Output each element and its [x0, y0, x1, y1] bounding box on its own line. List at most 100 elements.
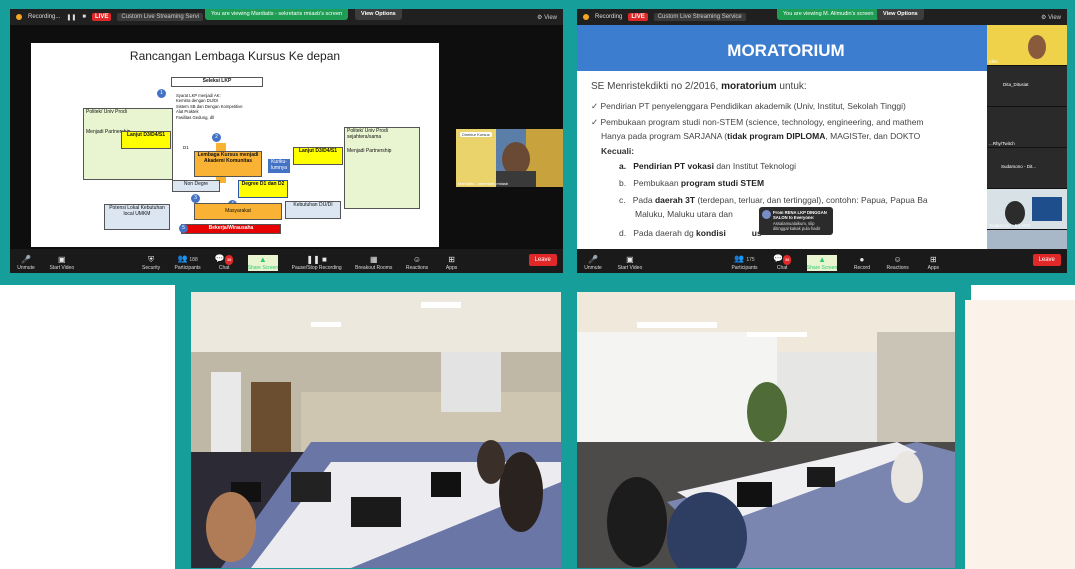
participants-button[interactable]: 👥 175 Participants	[731, 254, 757, 271]
participant-gallery: Idris Dita_Ditusiat ...Rhy/Twitch Sudars…	[987, 25, 1067, 265]
chat-icon: 💬 38	[214, 254, 234, 265]
participants-icon: 👥 175	[734, 254, 755, 263]
live-badge[interactable]: LIVE	[628, 13, 648, 21]
speaker-video[interactable]: Direktur Kursus Mardiatis - sekretaris r…	[456, 129, 563, 187]
participants-icon: 👥 188	[177, 254, 198, 263]
participants-label: Participants	[174, 265, 201, 271]
workshop-photo-right-image	[577, 292, 955, 568]
apps-label: Apps	[927, 265, 940, 271]
apps-button[interactable]: ⊞ Apps	[923, 255, 943, 271]
participant-tile[interactable]: Sudarsono - Dit...	[987, 148, 1067, 188]
meeting-toolbar: 🎤 Unmute ▣ Start Video ⛨ Security 👥 188 Parti…	[10, 249, 563, 273]
apps-label: Apps	[445, 265, 458, 271]
apps-button[interactable]: ⊞ Apps	[442, 255, 462, 271]
background-decoration	[965, 300, 1075, 569]
slide-item-a: a. Pendirian PT vokasi dan Institut Tekn…	[619, 161, 796, 171]
politek-right-label: Politek/ Univ Prodi sejahtera/sama	[347, 128, 388, 140]
view-button[interactable]: ⚙ View	[537, 14, 557, 21]
workshop-photo-left-image	[191, 292, 561, 568]
participant-tile[interactable]: Sudarsono - Dit AKD	[987, 189, 1067, 229]
leave-button[interactable]: Leave	[1032, 254, 1061, 266]
participants-button[interactable]: 👥 188 Participants	[175, 254, 201, 271]
kurikulum-box: Kuriku- lumnya	[268, 159, 290, 173]
stop-icon[interactable]: ■	[82, 14, 86, 20]
item-b-label: b.	[619, 178, 627, 188]
participants-label: Participants	[731, 265, 758, 271]
pause-recording-button[interactable]: ❚❚ ■ Pause/Stop Recording	[292, 255, 342, 271]
participant-tile[interactable]: Dita_Ditusiat	[987, 66, 1067, 106]
participant-name: ...Rhy/Twitch	[989, 141, 1015, 146]
intro-post: untuk:	[776, 81, 807, 92]
stream-destination[interactable]: Custom Live Streaming Service	[653, 13, 746, 21]
lembaga-box: Lembaga Kursus menjadi Akademi Komunitas	[194, 151, 262, 177]
participant-tile[interactable]: ...Rhy/Twitch	[987, 107, 1067, 147]
video-camera-icon: ▣	[626, 255, 634, 264]
unmute-label: Unmute	[584, 265, 602, 271]
recording-label[interactable]: Recording	[595, 14, 622, 20]
slide-line-intro: SE Menristekdikti no 2/2016, moratorium …	[591, 81, 807, 92]
item-a-post: dan Institut Teknologi	[713, 161, 797, 171]
view-options-button[interactable]: View Options	[355, 9, 402, 20]
syarat-item: Fasilitas Gedung, dll	[176, 114, 214, 120]
recording-dot-icon	[583, 14, 589, 20]
kebutuhan-box: Kebutuhan DU/DI	[285, 201, 341, 219]
share-screen-label: Share Screen	[247, 265, 279, 271]
slide-item-c-line2: Maluku, Maluku utara dan	[635, 209, 733, 219]
step-circle-3: 3	[191, 194, 200, 203]
start-video-label: Start Video	[49, 265, 75, 271]
share-screen-button[interactable]: ▲ Share Screen	[247, 255, 279, 271]
view-button[interactable]: ⚙ View	[1041, 14, 1061, 21]
gear-icon: ⚙	[1041, 14, 1047, 21]
degree-box: Degree D1 dan D2	[238, 180, 288, 198]
apps-icon: ⊞	[929, 255, 937, 264]
chat-notification[interactable]: From RENA LKP DINGGAN SALON to Everyone:…	[759, 207, 833, 235]
chat-badge: 38	[224, 255, 234, 265]
kecuali-heading: Kecuali:	[601, 146, 635, 156]
view-label: View	[1048, 14, 1061, 21]
view-label: View	[544, 14, 557, 21]
item-c-post: (terdepan, terluar, dan tertinggal), con…	[695, 195, 928, 205]
chat-button[interactable]: 💬 38 Chat	[214, 254, 234, 271]
leave-button[interactable]: Leave	[528, 254, 557, 266]
intro-bold: moratorium	[721, 81, 777, 92]
start-video-button[interactable]: ▣ Start Video	[618, 255, 643, 271]
security-button[interactable]: ⛨ Security	[141, 255, 161, 271]
lanjut-left-box: Lanjut D3/D4/S1	[121, 131, 171, 149]
start-video-button[interactable]: ▣ Start Video	[49, 255, 74, 271]
start-video-label: Start Video	[617, 265, 643, 271]
unmute-button[interactable]: 🎤 Unmute	[16, 255, 36, 271]
workshop-photo-right	[577, 292, 955, 568]
participant-name: Sudarsono - Dit AKD	[989, 223, 1031, 228]
item-d-pre: Pada daerah dg	[633, 228, 697, 238]
unmute-button[interactable]: 🎤 Unmute	[583, 255, 603, 271]
live-badge[interactable]: LIVE	[92, 13, 112, 21]
participant-video	[987, 25, 1067, 65]
politek-right-box: Politek/ Univ Prodi sejahtera/sama Menja…	[344, 127, 420, 209]
pause-recording-label: Pause/Stop Recording	[291, 265, 342, 271]
viewing-banner: You are viewing Mardiatis - sekretaris r…	[205, 9, 349, 20]
breakout-rooms-button[interactable]: ▦ Breakout Rooms	[355, 255, 392, 271]
chat-label: Chat	[218, 265, 230, 271]
share-screen-icon: ▲	[258, 255, 267, 264]
pause-icon[interactable]: ❚❚	[66, 14, 76, 21]
bullet-2-text: Pembukaan program studi non-STEM (scienc…	[600, 117, 924, 127]
unmute-label: Unmute	[17, 265, 35, 271]
share-screen-button[interactable]: ▲ Share Screen	[806, 255, 838, 271]
participant-tile[interactable]: Idris	[987, 25, 1067, 65]
chat-message: Assalamualaikum, slip ditinggal kakak pu…	[773, 220, 821, 232]
security-label: Security	[142, 265, 161, 271]
item-c-bold: daerah 3T	[654, 195, 696, 205]
recording-label[interactable]: Recording...	[28, 14, 60, 20]
reactions-icon: ☺	[893, 255, 902, 264]
reactions-button[interactable]: ☺ Reactions	[406, 255, 428, 271]
record-button[interactable]: ● Record	[852, 255, 872, 271]
bullet-2b-bold: tidak program DIPLOMA	[727, 131, 826, 141]
seleksi-box: Seleksi LKP	[171, 77, 263, 87]
chat-button[interactable]: 💬 38 Chat	[772, 254, 792, 271]
zoom-window-left: Recording... ❚❚ ■ LIVE Custom Live Strea…	[10, 9, 563, 273]
view-options-button[interactable]: View Options	[877, 9, 924, 20]
share-screen-icon: ▲	[818, 255, 826, 264]
reactions-button[interactable]: ☺ Reactions	[887, 255, 909, 271]
record-label: Record	[853, 265, 870, 271]
stream-destination[interactable]: Custom Live Streaming Servi	[117, 13, 204, 21]
